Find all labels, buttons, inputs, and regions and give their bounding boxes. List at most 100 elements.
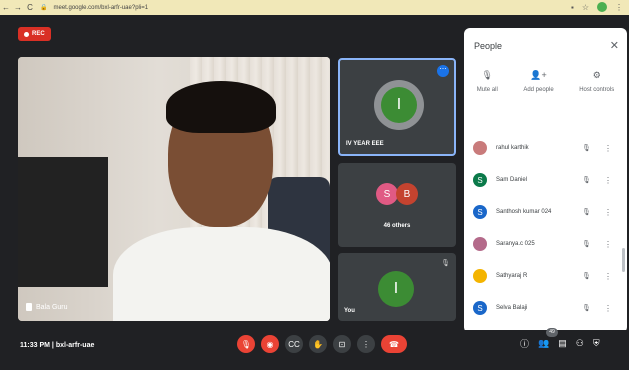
scrollbar[interactable] [622, 248, 625, 272]
participant-name: Saranya.c 025 [496, 241, 535, 247]
pin-icon [26, 303, 32, 311]
action-label: Add people [523, 87, 554, 93]
mic-off-icon[interactable]: 🎙︎ [582, 240, 591, 248]
people-panel: People ✕ 🎙︎ Mute all 👤+ Add people ⚙ Hos… [464, 28, 627, 333]
avatar [473, 141, 487, 155]
people-actions: 🎙︎ Mute all 👤+ Add people ⚙ Host control… [464, 70, 627, 93]
separator: | [51, 342, 54, 349]
rec-label: REC [32, 31, 45, 37]
meeting-code: bxl-arfr-uae [55, 342, 95, 349]
participant-tile-1[interactable]: ⋯ I IV YEAR EEE [338, 58, 456, 156]
avatar: S [473, 301, 487, 315]
people-icon[interactable]: 👥 [538, 338, 549, 349]
speaker-body [113, 227, 330, 321]
participant-row[interactable]: rahul karthik 🎙︎ ⋮ [464, 132, 627, 164]
address-bar[interactable]: meet.google.com/bxl-arfr-uae?pli=1 [53, 5, 148, 11]
reload-icon[interactable]: C [24, 3, 36, 12]
mic-off-icon[interactable]: 🎙︎ [582, 272, 591, 280]
add-person-icon: 👤+ [530, 70, 547, 80]
mute-all-icon: 🎙︎ [481, 70, 493, 80]
action-label: Host controls [579, 87, 615, 93]
profile-avatar[interactable] [597, 2, 607, 12]
avatar: I [378, 271, 414, 307]
side-controls: ⓘ 👥 ▤ ⚇ ⛨ [520, 337, 600, 350]
back-icon[interactable]: ← [0, 3, 12, 12]
meeting-info: 11:33 PM | bxl-arfr-uae [20, 342, 94, 349]
chat-icon[interactable]: ▤ [558, 338, 567, 349]
participant-tile-self[interactable]: 🎙︎ I You [338, 253, 456, 321]
participant-row[interactable]: S Sam Daniel 🎙︎ ⋮ [464, 164, 627, 196]
mic-off-icon[interactable]: 🎙︎ [582, 176, 591, 184]
tile-label: IV YEAR EEE [346, 141, 384, 147]
participant-tile-others[interactable]: S B 46 others [338, 163, 456, 247]
video-tv [18, 157, 108, 287]
mic-off-icon[interactable]: 🎙︎ [582, 208, 591, 216]
record-dot-icon [24, 31, 29, 37]
more-options-icon[interactable]: ⋯ [437, 65, 449, 77]
activities-icon[interactable]: ⚇ [576, 338, 584, 349]
more-options-icon[interactable]: ⋮ [604, 144, 612, 153]
participant-name: Sam Daniel [496, 177, 528, 183]
clock: 11:33 PM [20, 342, 50, 349]
mute-all-button[interactable]: 🎙︎ Mute all [477, 70, 498, 93]
avatar: S [376, 183, 398, 205]
more-options-icon[interactable]: ⋮ [604, 272, 612, 281]
mic-off-icon[interactable]: 🎙︎ [582, 304, 591, 312]
mic-off-icon[interactable]: 🎙︎ [582, 144, 591, 152]
lock-icon: 🔒 [40, 5, 48, 11]
participant-row[interactable]: Sathyaraj R 🎙︎ ⋮ [464, 260, 627, 292]
participant-name: Santhosh kumar 024 [496, 209, 552, 215]
info-icon[interactable]: ⓘ [520, 337, 529, 350]
participant-row[interactable]: S Santhosh kumar 024 🎙︎ ⋮ [464, 196, 627, 228]
avatar-ring: I [374, 80, 424, 130]
bottom-bar: 11:33 PM | bxl-arfr-uae 🎙︎ ◉ CC ✋ ⊡ ⋮ ☎ … [0, 328, 629, 370]
add-people-button[interactable]: 👤+ Add people [523, 70, 553, 93]
avatar: B [396, 183, 418, 205]
captions-button[interactable]: CC [285, 335, 303, 353]
speaker-name: Bala Guru [36, 303, 68, 311]
more-options-icon[interactable]: ⋮ [604, 240, 612, 249]
forward-icon[interactable]: → [12, 3, 24, 12]
more-options-icon[interactable]: ⋮ [604, 208, 612, 217]
participant-name: Selva Balaji [496, 305, 528, 311]
participant-name: rahul karthik [496, 145, 529, 151]
browser-toolbar: ← → C 🔒 meet.google.com/bxl-arfr-uae?pli… [0, 0, 629, 15]
meet-stage: REC Bala Guru ⋯ I IV YEAR EEE S B 46 oth… [0, 15, 629, 370]
main-video-tile[interactable]: Bala Guru [18, 57, 330, 321]
tile-label: You [344, 308, 355, 314]
browser-actions: ▪ ☆ ⋮ [571, 2, 623, 12]
participant-row[interactable]: Saranya.c 025 🎙︎ ⋮ [464, 228, 627, 260]
raise-hand-button[interactable]: ✋ [309, 335, 327, 353]
avatar-group: S B [376, 183, 418, 205]
host-controls-icon: ⚙ [592, 70, 601, 80]
panel-title: People [474, 41, 503, 51]
avatar [473, 269, 487, 283]
speaker-name-chip: Bala Guru [26, 303, 68, 311]
more-options-button[interactable]: ⋮ [357, 335, 375, 353]
participant-name: Sathyaraj R [496, 273, 528, 279]
mic-toggle-button[interactable]: 🎙︎ [237, 335, 255, 353]
camera-icon[interactable]: ▪ [571, 3, 574, 12]
recording-indicator: REC [18, 27, 51, 41]
security-icon[interactable]: ⛨ [593, 338, 600, 349]
menu-icon[interactable]: ⋮ [615, 3, 623, 12]
action-label: Mute all [476, 87, 498, 93]
avatar [473, 237, 487, 251]
participant-row[interactable]: S Selva Balaji 🎙︎ ⋮ [464, 292, 627, 324]
present-button[interactable]: ⊡ [333, 335, 351, 353]
more-options-icon[interactable]: ⋮ [604, 304, 612, 313]
host-controls-button[interactable]: ⚙ Host controls [579, 70, 614, 93]
star-icon[interactable]: ☆ [582, 3, 589, 12]
more-options-icon[interactable]: ⋮ [604, 176, 612, 185]
avatar: S [473, 205, 487, 219]
avatar: S [473, 173, 487, 187]
participant-count-badge: 49 [546, 328, 558, 337]
close-icon[interactable]: ✕ [610, 39, 619, 52]
tile-label: 46 others [383, 223, 411, 229]
leave-call-button[interactable]: ☎ [381, 335, 407, 353]
participant-list: rahul karthik 🎙︎ ⋮ S Sam Daniel 🎙︎ ⋮ S Santhosh … [464, 132, 627, 324]
camera-toggle-button[interactable]: ◉ [261, 335, 279, 353]
call-controls: 🎙︎ ◉ CC ✋ ⊡ ⋮ ☎ [237, 335, 407, 353]
speaker-hair [166, 81, 276, 133]
mic-off-icon: 🎙︎ [441, 260, 450, 267]
